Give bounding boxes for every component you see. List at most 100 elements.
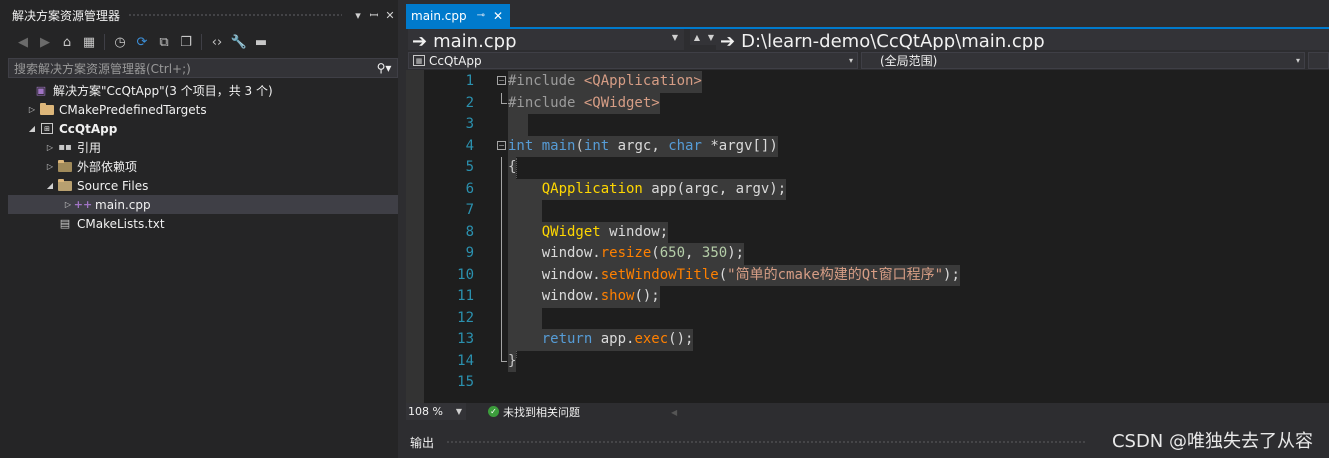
code-line[interactable]: QWidget window; bbox=[508, 221, 960, 243]
code-line[interactable] bbox=[508, 307, 960, 329]
tree-item[interactable]: ▷ ▪▪ 引用 bbox=[8, 138, 398, 157]
tree-item[interactable]: ▷ ++ main.cpp bbox=[8, 195, 398, 214]
search-input[interactable]: 搜索解决方案资源管理器(Ctrl+;) bbox=[14, 60, 371, 77]
code-token: ); bbox=[943, 266, 960, 283]
code-token: app. bbox=[592, 331, 635, 347]
code-line[interactable]: window.show(); bbox=[508, 286, 960, 308]
code-line-content: } bbox=[508, 350, 517, 372]
collapsed-arrow-icon[interactable]: ▷ bbox=[26, 105, 38, 114]
line-number: 13 bbox=[457, 331, 474, 347]
solution-explorer-title: 解决方案资源管理器 bbox=[12, 8, 121, 23]
view-code-icon[interactable]: ‹› bbox=[208, 33, 226, 51]
expanded-arrow-icon[interactable]: ◢ bbox=[44, 181, 56, 190]
project-scope-dropdown[interactable]: ▦ CcQtApp ▾ bbox=[408, 52, 858, 69]
code-token: <QApplication> bbox=[583, 73, 702, 89]
scope-bar: ▦ CcQtApp ▾ (全局范围) ▾ bbox=[406, 51, 1329, 70]
code-line-content: #include <QWidget> bbox=[508, 92, 660, 114]
code-token: setWindowTitle bbox=[600, 266, 719, 283]
code-line[interactable]: { bbox=[508, 157, 960, 179]
titlebar-grip[interactable] bbox=[128, 12, 342, 18]
sync-refresh-icon[interactable]: ⟳ bbox=[133, 33, 151, 51]
code-editor[interactable]: 1 2 3 4 5 6 7 8 9 10 11 12 13 14 15 − − #include <QApp… bbox=[406, 70, 1329, 403]
external-deps-icon bbox=[56, 159, 74, 175]
line-number: 3 bbox=[465, 116, 474, 132]
solution-explorer-titlebar: 解决方案资源管理器 ▾ ꟷ ✕ bbox=[0, 6, 398, 24]
zoom-dropdown[interactable]: 108 % ▼ bbox=[406, 403, 466, 420]
properties-wrench-icon[interactable]: 🔧 bbox=[230, 33, 248, 51]
code-line[interactable] bbox=[508, 114, 960, 136]
code-line[interactable] bbox=[508, 372, 960, 394]
solution-explorer-search[interactable]: 搜索解决方案资源管理器(Ctrl+;) ⚲▾ bbox=[8, 58, 398, 78]
code-line-content: window.resize(650, 350); bbox=[508, 243, 745, 265]
code-line[interactable]: window.setWindowTitle("简单的cmake构建的Qt窗口程序… bbox=[508, 264, 960, 286]
project-scope-label: CcQtApp bbox=[429, 53, 482, 68]
expanded-arrow-icon[interactable]: ◢ bbox=[26, 124, 38, 133]
output-title: 输出 bbox=[410, 436, 435, 450]
switch-views-icon[interactable]: ▦ bbox=[80, 33, 98, 51]
member-scope-dropdown[interactable] bbox=[1308, 52, 1329, 69]
window-position-dropdown-icon[interactable]: ▾ bbox=[350, 9, 366, 22]
scroll-left-icon[interactable]: ◀ bbox=[671, 408, 677, 417]
nav-path-dropdown[interactable]: ➔ D:\learn-demo\CcQtApp\main.cpp bbox=[716, 29, 1329, 50]
code-token: exec bbox=[634, 331, 669, 347]
preview-selected-icon[interactable]: ▬ bbox=[252, 33, 270, 51]
code-text[interactable]: #include <QApplication> #include <QWidget… bbox=[508, 71, 960, 394]
tree-item[interactable]: ▤ CMakeLists.txt bbox=[8, 214, 398, 233]
tree-item[interactable]: ◢ Source Files bbox=[8, 176, 398, 195]
solution-icon: ▣ bbox=[35, 84, 47, 97]
close-panel-icon[interactable]: ✕ bbox=[382, 9, 398, 22]
nav-file-dropdown[interactable]: ➔ main.cpp ▼ bbox=[408, 29, 684, 50]
collapse-toggle-icon[interactable]: − bbox=[497, 140, 506, 150]
solution-explorer-toolbar: ◀ ▶ ⌂ ▦ ◷ ⟳ ⧉ ❐ ‹› 🔧 ▬ bbox=[0, 30, 398, 54]
code-token: main bbox=[541, 137, 576, 154]
collapsed-arrow-icon[interactable]: ▷ bbox=[44, 143, 56, 152]
pending-changes-filter-icon[interactable]: ◷ bbox=[111, 33, 129, 51]
code-token: resize bbox=[600, 245, 652, 261]
search-icon[interactable]: ⚲▾ bbox=[371, 61, 397, 75]
code-token: "简单的cmake构建的Qt窗口程序" bbox=[727, 266, 944, 283]
tab-main-cpp[interactable]: main.cpp ⊸ ✕ bbox=[406, 4, 510, 27]
collapsed-arrow-icon[interactable]: ▷ bbox=[62, 200, 74, 209]
code-token: show bbox=[600, 288, 635, 304]
code-token: window. bbox=[508, 288, 601, 304]
back-icon[interactable]: ◀ bbox=[14, 33, 32, 51]
code-line[interactable] bbox=[508, 200, 960, 222]
tree-item-label: Source Files bbox=[77, 178, 149, 193]
auto-hide-pin-icon[interactable]: ꟷ bbox=[366, 8, 382, 23]
tree-item[interactable]: ▷ 外部依赖项 bbox=[8, 157, 398, 176]
code-line[interactable]: window.resize(650, 350); bbox=[508, 243, 960, 265]
close-tab-icon[interactable]: ✕ bbox=[493, 9, 503, 23]
code-line[interactable]: QApplication app(argc, argv); bbox=[508, 178, 960, 200]
fold-end-line bbox=[501, 350, 507, 362]
pin-tab-icon[interactable]: ⊸ bbox=[477, 10, 485, 21]
output-grip[interactable] bbox=[446, 440, 1086, 445]
collapse-all-icon[interactable]: ⧉ bbox=[155, 33, 173, 51]
code-token: (); bbox=[634, 288, 660, 304]
global-scope-label: (全局范围) bbox=[880, 54, 938, 68]
code-token: <QWidget> bbox=[583, 94, 660, 111]
line-number: 5 bbox=[465, 159, 474, 175]
tree-item[interactable]: ▣ 解决方案"CcQtApp"(3 个项目，共 3 个) bbox=[8, 81, 398, 100]
forward-icon[interactable]: ▶ bbox=[36, 33, 54, 51]
code-token: *argv[]) bbox=[701, 137, 778, 154]
code-line[interactable]: #include <QWidget> bbox=[508, 92, 960, 114]
show-all-files-icon[interactable]: ❐ bbox=[177, 33, 195, 51]
home-icon[interactable]: ⌂ bbox=[58, 33, 76, 51]
global-scope-dropdown[interactable]: (全局范围) ▾ bbox=[861, 52, 1305, 69]
collapse-toggle-icon[interactable]: − bbox=[497, 76, 506, 85]
code-line[interactable]: #include <QApplication> bbox=[508, 71, 960, 93]
line-number: 12 bbox=[457, 309, 474, 326]
collapsed-arrow-icon[interactable]: ▷ bbox=[44, 162, 56, 171]
code-line[interactable]: } bbox=[508, 350, 960, 372]
code-line[interactable]: return app.exec(); bbox=[508, 329, 960, 351]
panel-splitter[interactable] bbox=[398, 0, 406, 458]
fold-line bbox=[501, 243, 502, 265]
tree-item-label: CMakeLists.txt bbox=[77, 216, 165, 231]
tree-item[interactable]: ▷ CMakePredefinedTargets bbox=[8, 100, 398, 119]
nav-scroll-down-button[interactable]: ▲ bbox=[690, 29, 704, 45]
tree-item[interactable]: ◢ ⊞ CcQtApp bbox=[8, 119, 398, 138]
issues-indicator[interactable]: ✓ 未找到相关问题 bbox=[488, 404, 580, 420]
code-line[interactable]: int main(int argc, char *argv[]) bbox=[508, 135, 960, 157]
